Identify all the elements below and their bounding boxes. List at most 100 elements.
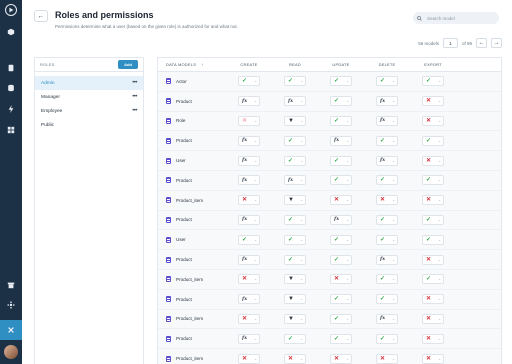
permission-select[interactable]: ✕ ⌄ xyxy=(376,353,398,364)
role-item[interactable]: Admin ••• xyxy=(35,76,143,90)
permission-select[interactable]: ✕ ⌄ xyxy=(238,274,260,285)
tools-icon[interactable] xyxy=(6,325,16,335)
role-item[interactable]: Employee ••• xyxy=(35,104,143,118)
permission-select[interactable]: ✓ ⌄ xyxy=(330,294,352,305)
permission-select[interactable]: ✓ ⌄ xyxy=(284,135,306,146)
role-item[interactable]: Public xyxy=(35,118,143,132)
permission-select[interactable]: ✓ ⌄ xyxy=(238,76,260,87)
permission-select[interactable]: ✓ ⌄ xyxy=(284,234,306,245)
store-icon[interactable] xyxy=(6,280,16,290)
grid-icon[interactable] xyxy=(6,125,16,135)
permission-select[interactable]: ✕ ⌄ xyxy=(422,353,444,364)
permission-select[interactable]: fx ⌄ xyxy=(238,96,260,107)
page-input[interactable]: 1 xyxy=(442,38,458,48)
permission-select[interactable]: ✓ ⌄ xyxy=(330,115,352,126)
lightning-icon[interactable] xyxy=(6,104,16,114)
permission-select[interactable]: fx ⌄ xyxy=(376,254,398,265)
permission-select[interactable]: fx ⌄ xyxy=(376,155,398,166)
permission-select[interactable]: fx ⌄ xyxy=(376,96,398,107)
permission-select[interactable]: ✓ ⌄ xyxy=(330,333,352,344)
permission-select[interactable]: ✓ ⌄ xyxy=(238,234,260,245)
permission-select[interactable]: fx ⌄ xyxy=(238,135,260,146)
permission-select[interactable]: fx ⌄ xyxy=(238,214,260,225)
permission-select[interactable]: fx ⌄ xyxy=(284,175,306,186)
role-item[interactable]: Manager ••• xyxy=(35,90,143,104)
permission-select[interactable]: fx ⌄ xyxy=(284,96,306,107)
permission-select[interactable]: ✓ ⌄ xyxy=(284,333,306,344)
permission-select[interactable]: ✓ ⌄ xyxy=(422,175,444,186)
permission-select[interactable]: ▼ ⌄ xyxy=(284,294,306,305)
permission-select[interactable]: ▼ ⌄ xyxy=(284,313,306,324)
permission-select[interactable]: ✓ ⌄ xyxy=(284,254,306,265)
permission-select[interactable]: ✕ ⌄ xyxy=(422,254,444,265)
permission-select[interactable]: ✕ ⌄ xyxy=(422,294,444,305)
permission-select[interactable]: ✓ ⌄ xyxy=(376,214,398,225)
permission-select[interactable]: ✓ ⌄ xyxy=(422,135,444,146)
permission-select[interactable]: ✓ ⌄ xyxy=(376,135,398,146)
prev-page-button[interactable]: ← xyxy=(476,38,487,48)
document-icon[interactable] xyxy=(6,63,16,73)
permission-select[interactable]: ▼ ⌄ xyxy=(284,115,306,126)
permission-select[interactable]: ✓ ⌄ xyxy=(422,214,444,225)
network-icon[interactable] xyxy=(6,300,16,310)
permission-select[interactable]: ✓ ⌄ xyxy=(330,155,352,166)
permission-select[interactable]: fx ⌄ xyxy=(376,115,398,126)
permission-select[interactable]: ✓ ⌄ xyxy=(376,294,398,305)
permission-select[interactable]: ✕ ⌄ xyxy=(330,353,352,364)
permission-select[interactable]: ✓ ⌄ xyxy=(330,96,352,107)
permission-select[interactable]: fx ⌄ xyxy=(238,254,260,265)
permission-select[interactable]: ✓ ⌄ xyxy=(422,234,444,245)
permission-select[interactable]: ✓ ⌄ xyxy=(330,313,352,324)
permission-select[interactable]: ✓ ⌄ xyxy=(422,274,444,285)
back-button[interactable]: ← xyxy=(34,10,48,22)
permission-select[interactable]: ✕ ⌄ xyxy=(238,353,260,364)
more-options-icon[interactable]: ••• xyxy=(132,94,137,100)
permission-select[interactable]: fx ⌄ xyxy=(238,175,260,186)
permission-select[interactable]: ✓ ⌄ xyxy=(330,234,352,245)
permission-select[interactable]: fx ⌄ xyxy=(238,155,260,166)
permission-select[interactable]: ▼ ⌄ xyxy=(284,195,306,206)
permission-select[interactable]: ✕ ⌄ xyxy=(422,115,444,126)
permission-select[interactable]: fx ⌄ xyxy=(330,135,352,146)
permission-select[interactable]: ✓ ⌄ xyxy=(330,76,352,87)
permission-select[interactable]: fx ⌄ xyxy=(238,294,260,305)
permission-select[interactable]: ✓ ⌄ xyxy=(422,76,444,87)
more-options-icon[interactable]: ••• xyxy=(132,80,137,86)
database-icon[interactable] xyxy=(6,83,16,93)
permission-cell: fx ⌄ xyxy=(364,115,410,126)
permission-select[interactable]: ✕ ⌄ xyxy=(238,195,260,206)
permission-select[interactable]: ✕ ⌄ xyxy=(330,195,352,206)
permission-select[interactable]: ✓ ⌄ xyxy=(330,175,352,186)
permission-select[interactable]: ✓ ⌄ xyxy=(376,76,398,87)
permission-select[interactable]: ✕ ⌄ xyxy=(422,313,444,324)
permission-select[interactable]: ✕ ⌄ xyxy=(422,333,444,344)
permission-select[interactable]: ✓ ⌄ xyxy=(284,214,306,225)
permission-select[interactable]: ✕ ⌄ xyxy=(422,96,444,107)
permission-select[interactable]: ✕ ⌄ xyxy=(376,195,398,206)
permission-select[interactable]: ✓ ⌄ xyxy=(284,155,306,166)
permission-select[interactable]: ✕ ⌄ xyxy=(422,195,444,206)
permission-select[interactable]: ✓ ⌄ xyxy=(376,274,398,285)
permission-select[interactable]: fx ⌄ xyxy=(238,333,260,344)
permission-select[interactable]: ✕ ⌄ xyxy=(284,353,306,364)
permission-select[interactable]: ✓ ⌄ xyxy=(376,234,398,245)
permission-select[interactable]: ✓ ⌄ xyxy=(330,254,352,265)
add-role-button[interactable]: Add xyxy=(118,60,138,69)
next-page-button[interactable]: → xyxy=(491,38,502,48)
permission-select[interactable]: ✓ ⌄ xyxy=(284,76,306,87)
cube-icon[interactable] xyxy=(6,27,16,37)
permission-select[interactable]: ✕ ⌄ xyxy=(330,274,352,285)
permission-select[interactable]: ✓ ⌄ xyxy=(376,333,398,344)
play-logo-icon[interactable] xyxy=(5,4,17,16)
permission-select[interactable]: fx ⌄ xyxy=(376,313,398,324)
user-avatar[interactable] xyxy=(4,345,18,359)
permission-select[interactable]: ✕ ⌄ xyxy=(238,313,260,324)
permission-select[interactable]: ✕ ⌄ xyxy=(422,155,444,166)
search-input[interactable]: Search model xyxy=(413,12,499,24)
more-options-icon[interactable]: ••• xyxy=(132,108,137,114)
permission-select[interactable]: fx ⌄ xyxy=(330,214,352,225)
column-header-models[interactable]: DATA MODELS ↑ xyxy=(158,62,226,67)
permission-select[interactable]: ✕ ⌄ xyxy=(238,115,260,126)
permission-select[interactable]: ▼ ⌄ xyxy=(284,274,306,285)
permission-select[interactable]: ✓ ⌄ xyxy=(376,175,398,186)
